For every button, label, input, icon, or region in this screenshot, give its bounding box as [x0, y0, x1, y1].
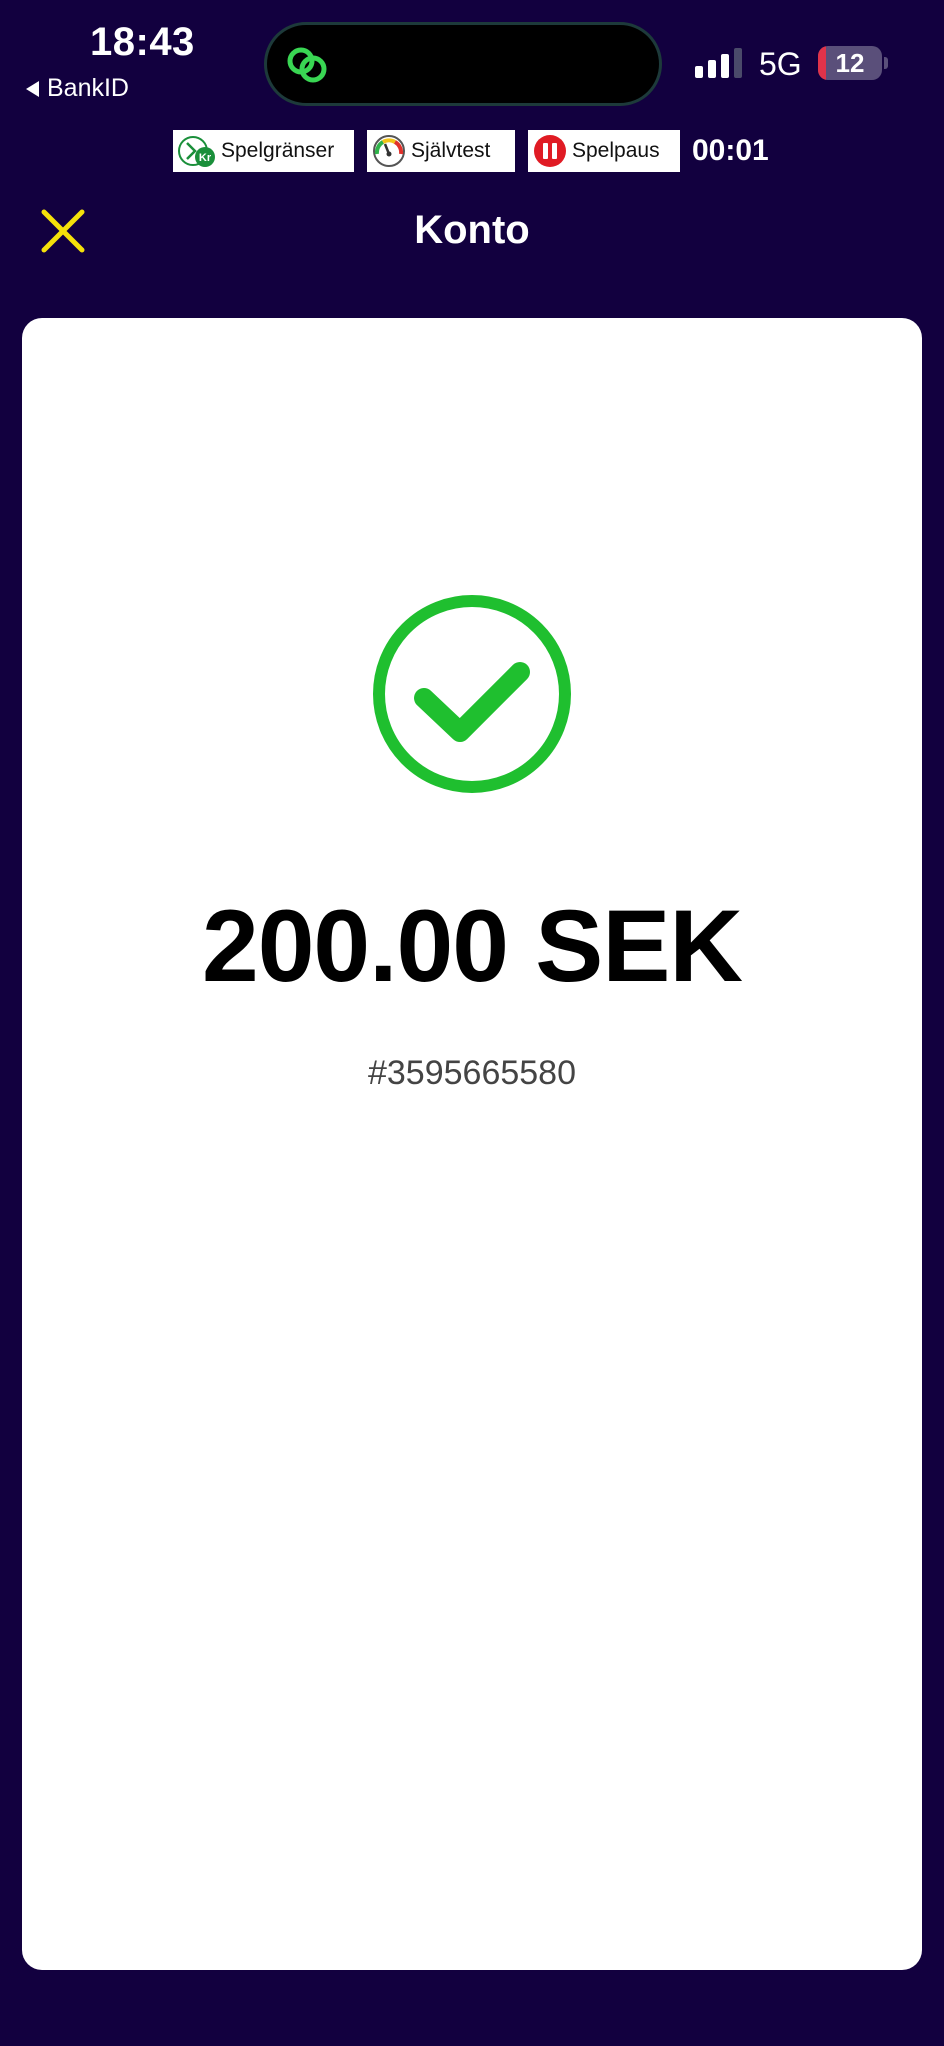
network-label: 5G: [759, 46, 802, 82]
battery-tip: [884, 57, 888, 69]
link-icon: [287, 47, 327, 83]
responsible-gaming-bar: Kr Spelgränser Självtest Spelpaus 00:01: [173, 130, 769, 172]
transaction-reference: #3595665580: [367, 1054, 576, 1092]
signal-strength-icon: [695, 48, 742, 78]
pause-icon: [534, 135, 566, 167]
back-to-app-link[interactable]: BankID: [26, 74, 129, 103]
battery-percent: 12: [835, 48, 865, 78]
battery-icon: 12: [818, 46, 882, 80]
spelgranser-label: Spelgränser: [221, 139, 335, 162]
screen: 18:43 BankID 5G 12 Kr Spelgränser Självt…: [0, 0, 944, 2046]
spelgranser-icon: Kr: [178, 136, 215, 167]
spelpaus-label: Spelpaus: [572, 139, 660, 162]
sjalvtest-label: Självtest: [411, 139, 491, 162]
page-title: Konto: [414, 208, 530, 252]
dynamic-island: [264, 22, 662, 106]
svg-text:Kr: Kr: [199, 152, 212, 164]
deposit-amount: 200.00 SEK: [201, 889, 743, 1003]
session-timer: 00:01: [692, 134, 769, 167]
spelpaus-button[interactable]: Spelpaus: [528, 130, 680, 172]
gauge-icon: [373, 135, 405, 167]
checkmark-circle-icon: [373, 595, 571, 793]
back-arrow-icon: [26, 80, 39, 97]
back-app-label: BankID: [47, 74, 129, 102]
confirmation-card: 200.00 SEK #3595665580: [22, 318, 922, 1970]
sjalvtest-button[interactable]: Självtest: [367, 130, 515, 172]
spelgranser-button[interactable]: Kr Spelgränser: [173, 130, 354, 172]
status-time: 18:43: [90, 20, 195, 64]
